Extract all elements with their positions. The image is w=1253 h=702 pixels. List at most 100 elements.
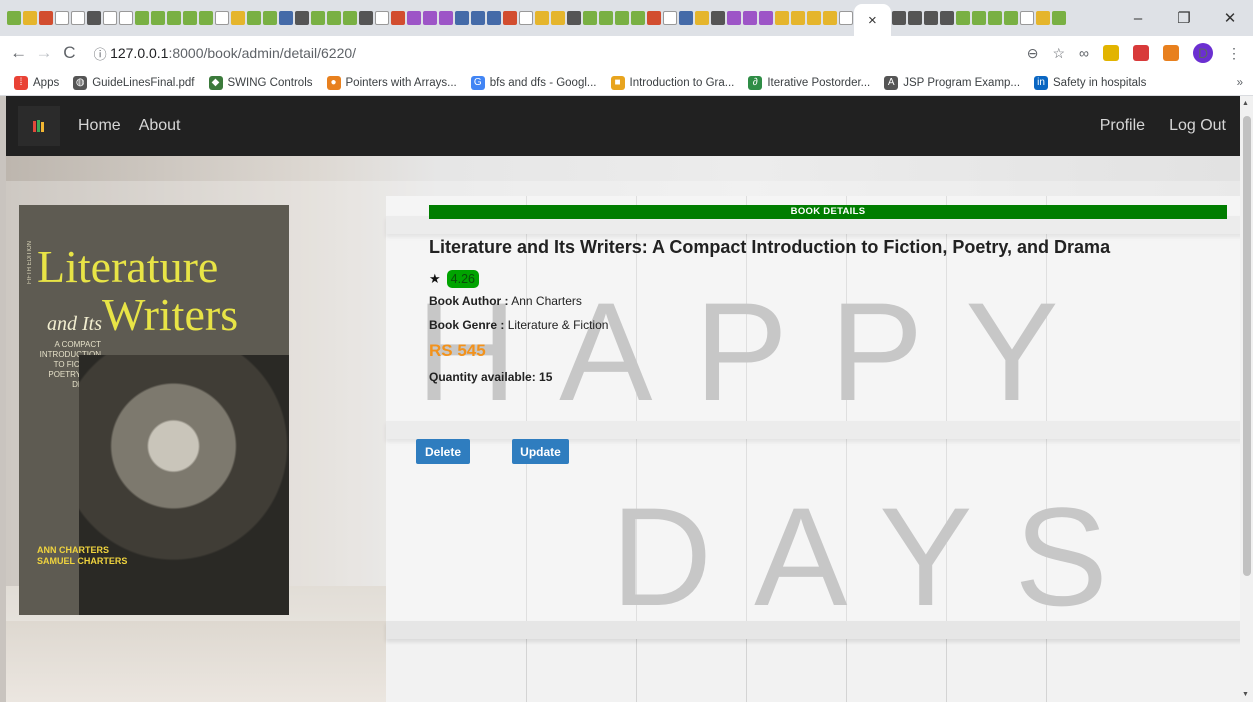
close-window-button[interactable]: ✕ [1207,9,1253,27]
close-tab-icon[interactable]: × [868,12,877,29]
tab-favicon[interactable] [583,11,597,25]
tab-favicon[interactable] [695,11,709,25]
brand-logo[interactable] [18,106,60,146]
tab-favicon[interactable] [743,11,757,25]
tab-favicon[interactable] [407,11,421,25]
tab-favicon[interactable] [503,11,517,25]
scroll-down-icon[interactable]: ▼ [1242,691,1249,698]
tab-favicon[interactable] [487,11,501,25]
tab-favicon[interactable] [939,11,954,25]
tab-favicon[interactable] [823,11,837,25]
site-info-icon[interactable]: ⓘ [90,44,110,63]
tab-favicon[interactable] [599,11,613,25]
metamask-extension-icon[interactable] [1163,45,1179,61]
tab-favicon[interactable] [183,11,197,25]
tab-favicon[interactable] [791,11,805,25]
extension-icon[interactable] [1103,45,1119,61]
tab-favicons[interactable]: × + [6,0,1066,36]
bookmark-item[interactable]: ⁞ Apps [14,75,59,90]
reload-button[interactable]: C [57,43,82,63]
tab-favicon[interactable] [7,11,21,25]
tab-favicon[interactable] [727,11,741,25]
nav-profile-link[interactable]: Profile [1100,117,1145,135]
tab-favicon[interactable] [103,11,117,25]
bookmark-item[interactable]: ◆ SWING Controls [208,75,313,90]
tab-favicon[interactable] [519,11,533,25]
extension-link-icon[interactable]: ∞ [1079,45,1089,61]
nav-logout-link[interactable]: Log Out [1169,117,1226,135]
tab-favicon[interactable] [311,11,325,25]
bookmark-item[interactable]: ◍ GuideLinesFinal.pdf [73,75,195,90]
tab-favicon[interactable] [535,11,549,25]
bookmark-item[interactable]: ■ Introduction to Gra... [610,75,734,90]
tab-favicon[interactable] [231,11,245,25]
tab-favicon[interactable] [775,11,789,25]
address-bar[interactable]: ⓘ 127.0.0.1:8000/book/admin/detail/6220/ [90,39,1027,67]
tab-favicon[interactable] [891,11,906,25]
tab-favicon[interactable] [663,11,677,25]
tab-favicon[interactable] [119,11,133,25]
scrollbar-thumb[interactable] [1243,116,1251,576]
tab-favicon[interactable] [839,11,853,25]
bookmark-star-icon[interactable]: ☆ [1052,45,1065,62]
restore-button[interactable]: ❐ [1161,9,1207,27]
tab-favicon[interactable] [199,11,213,25]
tab-favicon[interactable] [23,11,37,25]
tab-favicon[interactable] [247,11,261,25]
tab-favicon[interactable] [167,11,181,25]
tab-favicon[interactable] [807,11,821,25]
delete-button[interactable]: Delete [416,439,470,464]
tab-favicon[interactable] [455,11,469,25]
nav-home-link[interactable]: Home [78,117,121,135]
tab-favicon[interactable] [567,11,581,25]
bookmark-item[interactable]: Gbfs and dfs - Googl... [470,75,597,90]
tab-favicon[interactable] [923,11,938,25]
minimize-button[interactable]: – [1115,10,1161,27]
tab-favicon[interactable] [71,11,85,25]
menu-kebab-icon[interactable]: ⋮ [1227,45,1241,62]
tab-favicon[interactable] [615,11,629,25]
tab-favicon[interactable] [391,11,405,25]
tab-favicon[interactable] [471,11,485,25]
tab-favicon[interactable] [295,11,309,25]
profile-avatar[interactable]: D [1193,43,1213,63]
tab-favicon[interactable] [647,11,661,25]
bookmark-item[interactable]: A JSP Program Examp... [884,75,1020,90]
cors-extension-icon[interactable] [1133,45,1149,61]
tab-favicon[interactable] [87,11,101,25]
tab-favicon[interactable] [907,11,922,25]
tab-favicon[interactable] [1051,11,1066,25]
tab-favicon[interactable] [343,11,357,25]
tab-favicon[interactable] [971,11,986,25]
tab-favicon[interactable] [759,11,773,25]
tab-favicon[interactable] [39,11,53,25]
tab-favicon[interactable] [263,11,277,25]
tab-favicon[interactable] [631,11,645,25]
active-tab[interactable]: × [854,4,891,36]
tab-favicon[interactable] [551,11,565,25]
tab-favicon[interactable] [1003,11,1018,25]
forward-button[interactable]: → [31,43,56,63]
tab-favicon[interactable] [955,11,970,25]
bookmark-item[interactable]: ● Pointers with Arrays... [326,75,457,90]
scroll-up-icon[interactable]: ▲ [1242,100,1249,107]
update-button[interactable]: Update [512,439,569,464]
more-bookmarks-icon[interactable]: » [1237,77,1243,89]
tab-favicon[interactable] [987,11,1002,25]
nav-about-link[interactable]: About [139,117,181,135]
zoom-icon[interactable]: ⊖ [1027,45,1039,62]
tab-favicon[interactable] [135,11,149,25]
tab-favicon[interactable] [55,11,69,25]
tab-favicon[interactable] [151,11,165,25]
tab-favicon[interactable] [1035,11,1050,25]
bookmark-item[interactable]: in Safety in hospitals [1034,75,1146,90]
tab-favicon[interactable] [215,11,229,25]
tab-favicon[interactable] [439,11,453,25]
page-scrollbar[interactable]: ▲ ▼ [1240,96,1253,702]
tab-favicon[interactable] [1019,11,1034,25]
tab-favicon[interactable] [423,11,437,25]
tab-favicon[interactable] [679,11,693,25]
tab-favicon[interactable] [279,11,293,25]
tab-favicon[interactable] [327,11,341,25]
tab-favicon[interactable] [359,11,373,25]
